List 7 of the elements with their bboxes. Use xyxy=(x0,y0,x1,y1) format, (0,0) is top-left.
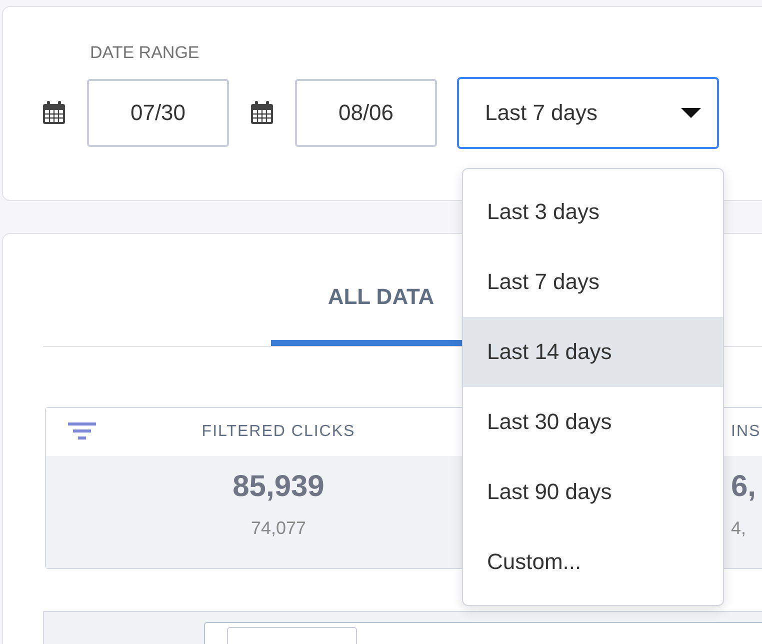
stat-title: INS xyxy=(731,423,761,441)
stat-title: FILTERED CLICKS xyxy=(202,423,356,441)
stat-previous-value: 74,077 xyxy=(250,518,306,539)
stat-value: 6, xyxy=(731,470,756,504)
date-range-label: DATE RANGE xyxy=(90,43,200,63)
stat-value: 85,939 xyxy=(232,470,324,504)
stat-previous-value: 4, xyxy=(731,518,746,539)
